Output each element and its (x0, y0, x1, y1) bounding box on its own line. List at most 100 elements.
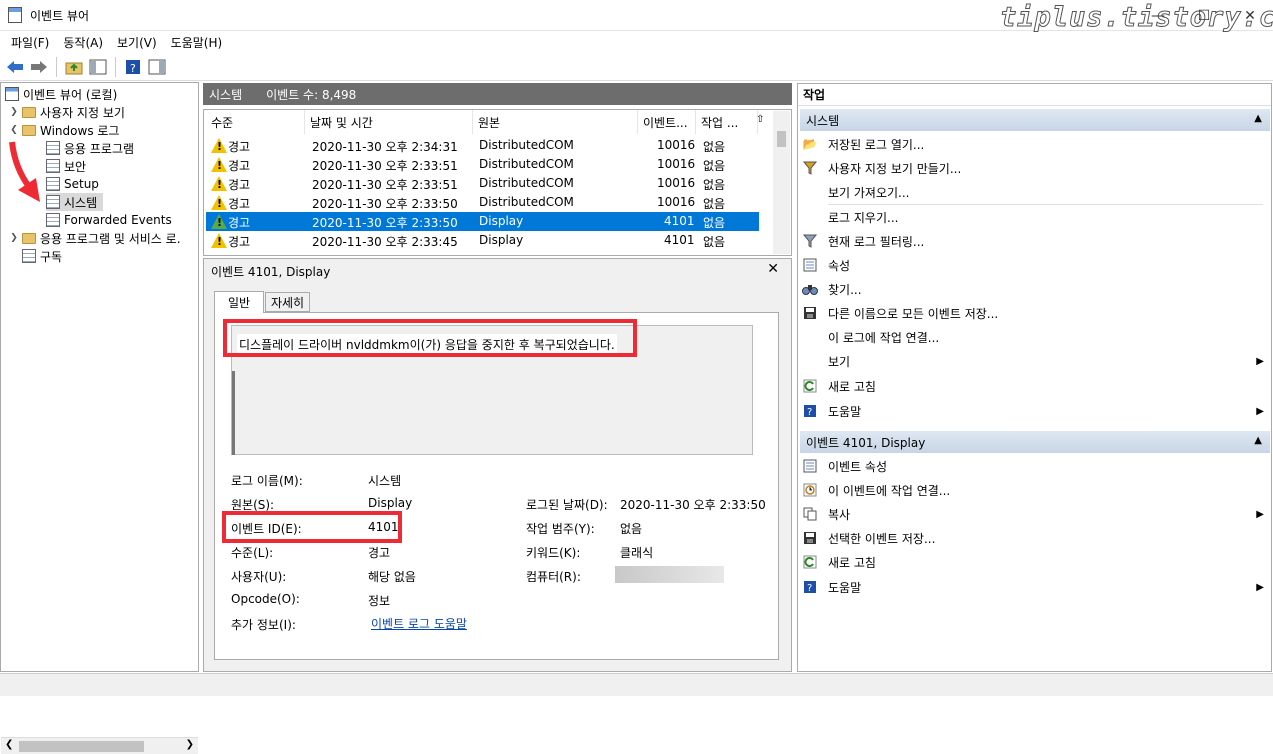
tree-node-label: Setup (64, 177, 99, 191)
tree-node-custom-views[interactable]: ❯ 사용자 지정 보기 (9, 103, 125, 121)
tree-node-forwarded-events[interactable]: Forwarded Events (46, 211, 172, 229)
cell-datetime: 2020-11-30 오후 2:34:31 (312, 140, 458, 154)
filter-icon (802, 160, 818, 176)
action-view[interactable]: 보기 ▶ (802, 350, 1268, 372)
scrollbar-thumb[interactable] (19, 741, 144, 752)
cell-event-id: 4101 (664, 233, 695, 247)
action-find[interactable]: 찾기... (802, 278, 1268, 300)
section-header-event[interactable]: 이벤트 4101, Display ▲ (800, 431, 1270, 453)
tree-node-root[interactable]: 이벤트 뷰어 (로컬) (5, 85, 117, 103)
action-label: 선택한 이벤트 저장... (828, 531, 936, 546)
table-row[interactable]: 경고 2020-11-30 오후 2:34:31 DistributedCOM 100… (206, 136, 759, 155)
actions-pane: 작업 시스템 ▲ 📂 저장된 로그 열기... 사용자 지정 보기 만들기... 보… (797, 83, 1272, 672)
action-attach-task-to-log[interactable]: 이 로그에 작업 연결... (802, 326, 1268, 348)
tree-node-system[interactable]: 시스템 (46, 193, 104, 211)
collapse-icon[interactable]: ▲ (1254, 113, 1262, 124)
value-task: 없음 (620, 522, 643, 536)
menu-help[interactable]: 도움말(H) (164, 34, 230, 51)
chevron-right-icon[interactable]: ❯ (9, 233, 19, 243)
blank-icon (802, 209, 818, 225)
action-properties[interactable]: 속성 (802, 254, 1268, 276)
table-row[interactable]: 경고 2020-11-30 오후 2:33:50 DistributedCOM 100… (206, 193, 759, 212)
highlight-box-event-id (222, 511, 402, 543)
svg-text:?: ? (807, 583, 812, 594)
action-attach-task-to-event[interactable]: 이 이벤트에 작업 연결... (802, 479, 1268, 501)
cell-source: Display (479, 214, 524, 228)
sort-arrow-icon: ⇧ (756, 114, 765, 125)
table-row[interactable]: 경고 2020-11-30 오후 2:33:45 Display 4101 없음 (206, 231, 759, 250)
action-clear-log[interactable]: 로그 지우기... (802, 206, 1268, 228)
action-help-event[interactable]: ? 도움말 ▶ (802, 576, 1268, 598)
chevron-right-icon[interactable]: ❯ (9, 107, 19, 117)
copy-icon (802, 506, 818, 522)
cell-task: 없음 (703, 178, 726, 192)
action-label: 보기 (828, 354, 851, 369)
horizontal-scrollbar[interactable]: ❮ ❯ (1, 737, 198, 754)
tree-node-windows-logs[interactable]: ❮ Windows 로그 (9, 121, 119, 139)
menu-view[interactable]: 보기(V) (110, 34, 164, 51)
back-arrow-icon[interactable] (4, 56, 26, 78)
action-import-view[interactable]: 보기 가져오기... (802, 181, 1268, 203)
scroll-left-icon[interactable]: ❮ (5, 739, 13, 750)
up-folder-icon[interactable] (63, 56, 85, 78)
close-icon[interactable]: ✕ (1227, 0, 1273, 31)
event-log-help-link[interactable]: 이벤트 로그 도움말 (371, 615, 467, 632)
action-copy[interactable]: 복사 ▶ (802, 503, 1268, 525)
column-event-id[interactable]: 이벤트... (638, 110, 696, 134)
action-save-selected-events[interactable]: 선택한 이벤트 저장... (802, 527, 1268, 549)
action-refresh-event[interactable]: 새로 고침 (802, 551, 1268, 573)
tree-node-application[interactable]: 응용 프로그램 (46, 139, 134, 157)
table-row-selected[interactable]: 경고 2020-11-30 오후 2:33:50 Display 4101 없음 (206, 212, 759, 231)
action-open-saved-log[interactable]: 📂 저장된 로그 열기... (802, 133, 1268, 155)
section-header-system[interactable]: 시스템 ▲ (800, 109, 1270, 131)
action-event-properties[interactable]: 이벤트 속성 (802, 455, 1268, 477)
close-icon[interactable]: ✕ (767, 261, 779, 277)
show-action-pane-icon[interactable] (146, 56, 168, 78)
red-arrow-annotation (9, 141, 40, 202)
action-filter-current-log[interactable]: 현재 로그 필터링... (802, 230, 1268, 252)
action-label: 복사 (828, 507, 851, 522)
forward-arrow-icon[interactable] (28, 56, 50, 78)
vertical-scrollbar[interactable] (773, 111, 790, 254)
cell-source: DistributedCOM (479, 138, 574, 152)
minimize-icon[interactable]: — (1135, 0, 1181, 31)
refresh-icon (802, 554, 818, 570)
help-icon[interactable]: ? (122, 56, 144, 78)
cell-level: 경고 (228, 140, 251, 154)
action-label: 로그 지우기... (828, 210, 899, 225)
tree-node-security[interactable]: 보안 (46, 157, 86, 175)
menu-action[interactable]: 동작(A) (56, 34, 110, 51)
show-hide-tree-icon[interactable] (87, 56, 109, 78)
blank-icon (802, 353, 818, 369)
column-datetime[interactable]: 날짜 및 시간 (305, 110, 473, 134)
cell-datetime: 2020-11-30 오후 2:33:51 (312, 159, 458, 173)
toolbar: ? (0, 53, 1273, 81)
column-task[interactable]: 작업 ... (696, 110, 758, 134)
tab-details[interactable]: 자세히 (265, 292, 310, 312)
cell-datetime: 2020-11-30 오후 2:33:50 (312, 216, 458, 230)
action-label: 도움말 (828, 580, 862, 595)
table-row[interactable]: 경고 2020-11-30 오후 2:33:51 DistributedCOM 100… (206, 155, 759, 174)
collapse-icon[interactable]: ▲ (1254, 435, 1262, 446)
action-help[interactable]: ? 도움말 ▶ (802, 400, 1268, 422)
action-save-all-events[interactable]: 다른 이름으로 모든 이벤트 저장... (802, 302, 1268, 324)
cell-datetime: 2020-11-30 오후 2:33:50 (312, 197, 458, 211)
column-level[interactable]: 수준 (206, 110, 305, 134)
warning-icon (211, 138, 227, 153)
scroll-right-icon[interactable]: ❯ (186, 739, 194, 750)
scrollbar-thumb[interactable] (777, 131, 786, 147)
menu-file[interactable]: 파일(F) (4, 34, 56, 51)
svg-text:?: ? (130, 62, 136, 75)
label-user: 사용자(U): (231, 570, 287, 584)
table-row[interactable]: 경고 2020-11-30 오후 2:33:51 DistributedCOM 100… (206, 174, 759, 193)
tree-node-app-services[interactable]: ❯ 응용 프로그램 및 서비스 로. (9, 229, 180, 247)
tree-node-subscriptions[interactable]: 구독 (22, 247, 62, 265)
tree-node-setup[interactable]: Setup (46, 175, 99, 193)
action-create-custom-view[interactable]: 사용자 지정 보기 만들기... (802, 157, 1268, 179)
maximize-icon[interactable]: ☐ (1181, 0, 1227, 31)
chevron-down-icon[interactable]: ❮ (9, 125, 19, 135)
action-refresh[interactable]: 새로 고침 (802, 375, 1268, 397)
column-source[interactable]: 원본 (473, 110, 638, 134)
label-keywords: 키워드(K): (526, 546, 581, 560)
tab-general[interactable]: 일반 (214, 291, 264, 313)
